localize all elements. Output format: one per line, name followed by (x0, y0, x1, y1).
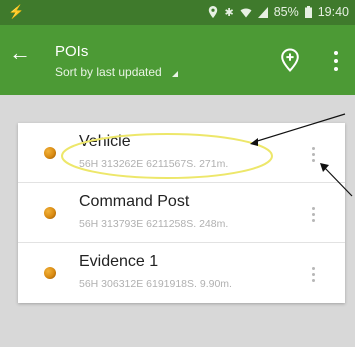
poi-list: Vehicle 56H 313262E 6211567S. 271m. Comm… (18, 123, 345, 303)
status-icons: ✱ 85% 19:40 (208, 5, 349, 19)
sort-label: Sort by last updated (55, 65, 162, 79)
signal-icon (257, 6, 268, 18)
item-menu-icon[interactable] (311, 205, 317, 223)
status-bar: ⚡ ✱ 85% 19:40 (0, 0, 355, 25)
back-arrow-icon[interactable]: ← (8, 41, 32, 65)
battery-icon (304, 6, 312, 18)
poi-marker-icon (44, 147, 56, 159)
overflow-menu-icon[interactable] (328, 47, 344, 75)
location-pin-icon (209, 6, 218, 18)
dropdown-triangle-icon (171, 71, 178, 77)
sort-dropdown[interactable]: Sort by last updated (55, 65, 178, 79)
clock: 19:40 (317, 5, 349, 19)
poi-coordinates: 56H 313793E 6211258S. 248m. (79, 218, 229, 230)
poi-name: Command Post (79, 193, 190, 210)
poi-coordinates: 56H 313262E 6211567S. 271m. (79, 158, 229, 170)
page-title: POIs (55, 43, 89, 60)
poi-item-evidence-1[interactable]: Evidence 1 56H 306312E 6191918S. 9.90m. (18, 243, 345, 303)
bluetooth-icon: ✱ (224, 6, 234, 19)
poi-marker-icon (44, 207, 56, 219)
poi-list-area: Vehicle 56H 313262E 6211567S. 271m. Comm… (0, 95, 355, 347)
poi-item-command-post[interactable]: Command Post 56H 313793E 6211258S. 248m. (18, 183, 345, 243)
item-menu-icon[interactable] (311, 265, 317, 283)
poi-name: Vehicle (79, 133, 131, 150)
lightning-icon: ⚡ (8, 4, 25, 19)
wifi-icon (240, 7, 252, 17)
poi-marker-icon (44, 267, 56, 279)
poi-coordinates: 56H 306312E 6191918S. 9.90m. (79, 278, 232, 290)
battery-percent: 85% (273, 5, 299, 19)
poi-name: Evidence 1 (79, 253, 159, 270)
add-location-icon[interactable] (278, 48, 302, 72)
item-menu-icon[interactable] (311, 145, 317, 163)
poi-item-vehicle[interactable]: Vehicle 56H 313262E 6211567S. 271m. (18, 123, 345, 183)
app-toolbar: ← POIs Sort by last updated (0, 25, 355, 95)
